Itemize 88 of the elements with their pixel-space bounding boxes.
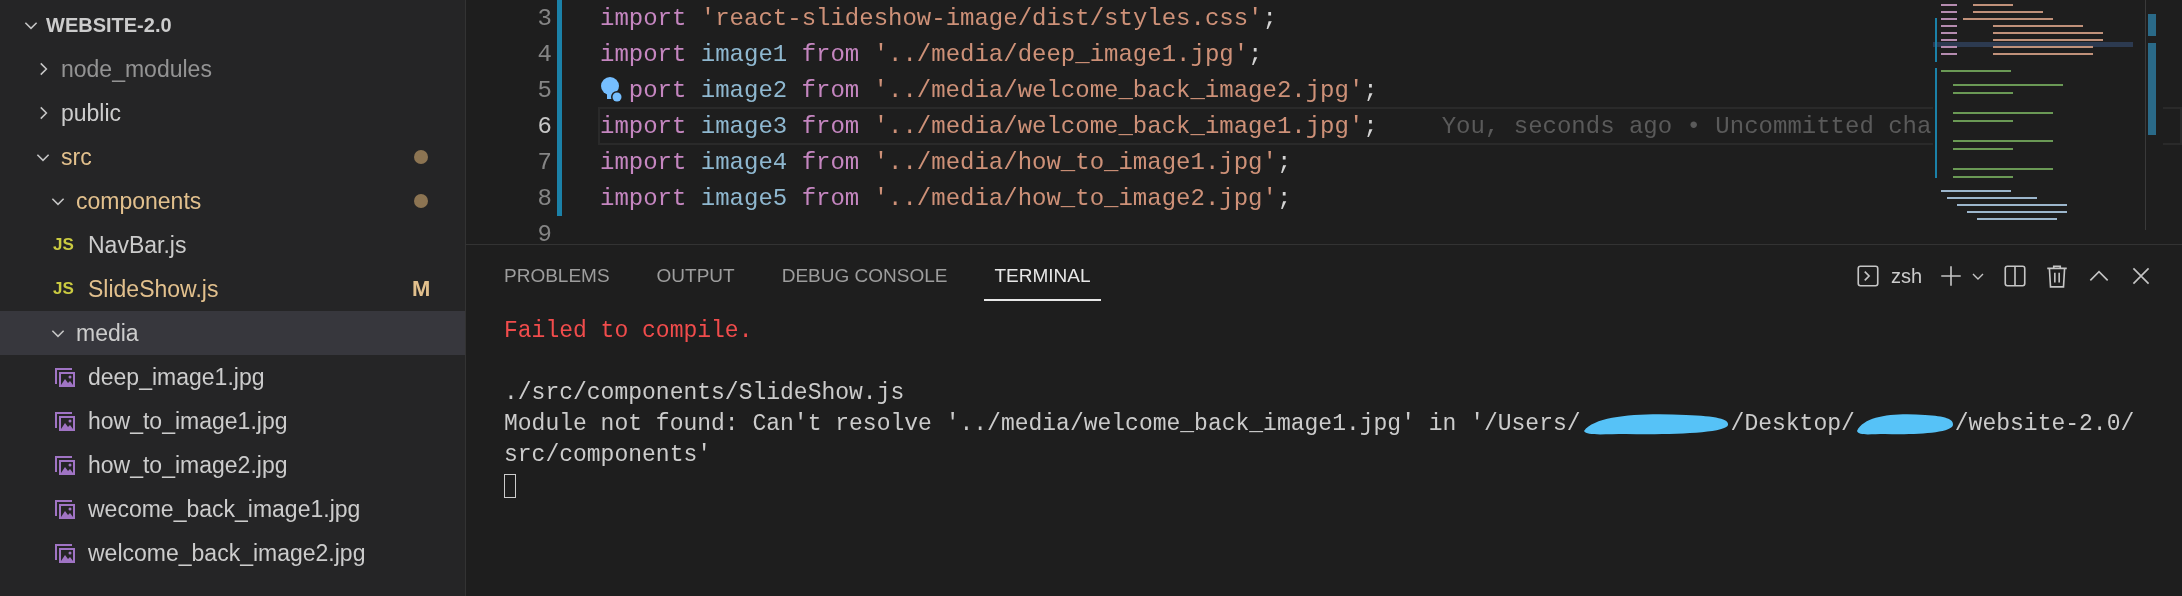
- code-token: image1: [700, 40, 788, 68]
- image-file-icon: [53, 497, 77, 521]
- code-token: import: [600, 184, 687, 212]
- code-token: image2: [700, 76, 788, 104]
- lightbulb-icon[interactable]: [600, 76, 624, 104]
- code-token: '../media/welcome_back_image2.jpg': [873, 76, 1364, 104]
- code-token: ;: [1276, 148, 1292, 176]
- panel-tab[interactable]: OUTPUT: [646, 251, 745, 301]
- tree-item[interactable]: node_modules: [0, 47, 465, 91]
- tree-item[interactable]: components: [0, 179, 465, 223]
- tree-item[interactable]: how_to_image1.jpg: [0, 399, 465, 443]
- code-token: ;: [1248, 40, 1263, 68]
- item-label: deep_image1.jpg: [88, 363, 265, 391]
- image-file-icon: [53, 365, 77, 389]
- item-label: media: [76, 319, 139, 347]
- code-token: ;: [1262, 4, 1277, 32]
- tree-item[interactable]: public: [0, 91, 465, 135]
- split-icon[interactable]: [2002, 263, 2028, 289]
- terminal-text: src/components': [504, 441, 712, 468]
- terminal-icon[interactable]: [1854, 263, 1881, 289]
- code-token: import: [600, 40, 687, 68]
- code-token: from: [801, 148, 860, 176]
- terminal-text: ./src/components/SlideShow.js: [504, 379, 905, 406]
- terminal-text: Module not found: Can't resolve '../media/welcome_back_image1.jpg' in '/Users/: [504, 410, 1581, 437]
- blame-annotation: You, seconds ago • Uncommitted cha: [1441, 112, 1932, 140]
- terminal-text: Failed to compile.: [504, 317, 753, 344]
- code-token: image3: [700, 112, 788, 140]
- plus-icon[interactable]: [1938, 263, 1964, 289]
- item-label: wecome_back_image1.jpg: [88, 495, 361, 523]
- code-token: from: [801, 40, 860, 68]
- line-number: 3: [536, 4, 552, 32]
- git-status: M: [412, 276, 431, 302]
- line-number: 7: [536, 148, 552, 176]
- tree-item[interactable]: src: [0, 135, 465, 179]
- tree-item[interactable]: deep_image1.jpg: [0, 355, 465, 399]
- tree-item[interactable]: how_to_image2.jpg: [0, 443, 465, 487]
- line-number: 8: [536, 184, 552, 212]
- code-token: 'react-slideshow-image/dist/styles.css': [700, 4, 1263, 32]
- tree-item[interactable]: welcome_back_image2.jpg: [0, 531, 465, 575]
- image-file-icon: [53, 541, 77, 565]
- line-number: 4: [536, 40, 552, 68]
- item-label: welcome_back_image2.jpg: [88, 539, 366, 567]
- trash-icon[interactable]: [2044, 263, 2070, 289]
- js-file-icon: JS: [53, 235, 74, 255]
- code-token: from: [801, 112, 860, 140]
- line-number: 6: [536, 112, 552, 140]
- code-token: '../media/deep_image1.jpg': [873, 40, 1249, 68]
- item-label: how_to_image1.jpg: [88, 407, 288, 435]
- panel-tab[interactable]: DEBUG CONSOLE: [771, 251, 958, 301]
- line-number: 9: [536, 220, 552, 244]
- item-label: src: [61, 143, 92, 171]
- code-token: import: [600, 4, 687, 32]
- tree-item[interactable]: JS NavBar.js: [0, 223, 465, 267]
- panel-tab[interactable]: PROBLEMS: [494, 251, 620, 301]
- terminal-text: /website-2.0/: [1954, 410, 2135, 437]
- code-token: image5: [700, 184, 788, 212]
- code-token: ;: [1363, 76, 1378, 104]
- item-label: components: [76, 187, 202, 215]
- code-token: '../media/how_to_image1.jpg': [873, 148, 1277, 176]
- terminal-text: /Desktop/: [1730, 410, 1855, 437]
- code-token: ;: [1276, 184, 1292, 212]
- code-token: port: [628, 76, 687, 104]
- code-token: '../media/welcome_back_image1.jpg': [873, 112, 1364, 140]
- item-label: node_modules: [61, 55, 212, 83]
- item-label: public: [61, 99, 122, 127]
- tree-item[interactable]: JS SlideShow.js M: [0, 267, 465, 311]
- image-file-icon: [53, 453, 77, 477]
- item-label: SlideShow.js: [88, 275, 219, 303]
- project-title[interactable]: WEBSITE-2.0: [46, 13, 172, 37]
- terminal-cursor: [504, 473, 516, 498]
- tree-item[interactable]: media: [0, 311, 465, 355]
- code-token: '../media/how_to_image2.jpg': [873, 184, 1277, 212]
- tree-item[interactable]: wecome_back_image1.jpg: [0, 487, 465, 531]
- shell-name[interactable]: zsh: [1890, 264, 1922, 288]
- panel-tab[interactable]: TERMINAL: [984, 251, 1101, 301]
- line-number: 5: [536, 76, 552, 104]
- modified-dot: [414, 194, 428, 208]
- code-token: import: [600, 112, 687, 140]
- image-file-icon: [53, 409, 77, 433]
- modified-dot: [414, 150, 428, 164]
- item-label: NavBar.js: [88, 231, 187, 259]
- js-file-icon: JS: [53, 279, 74, 299]
- code-token: image4: [700, 148, 788, 176]
- code-token: from: [801, 76, 860, 104]
- item-label: how_to_image2.jpg: [88, 451, 288, 479]
- code-token: ;: [1363, 112, 1378, 140]
- code-token: import: [600, 148, 687, 176]
- code-token: from: [801, 184, 860, 212]
